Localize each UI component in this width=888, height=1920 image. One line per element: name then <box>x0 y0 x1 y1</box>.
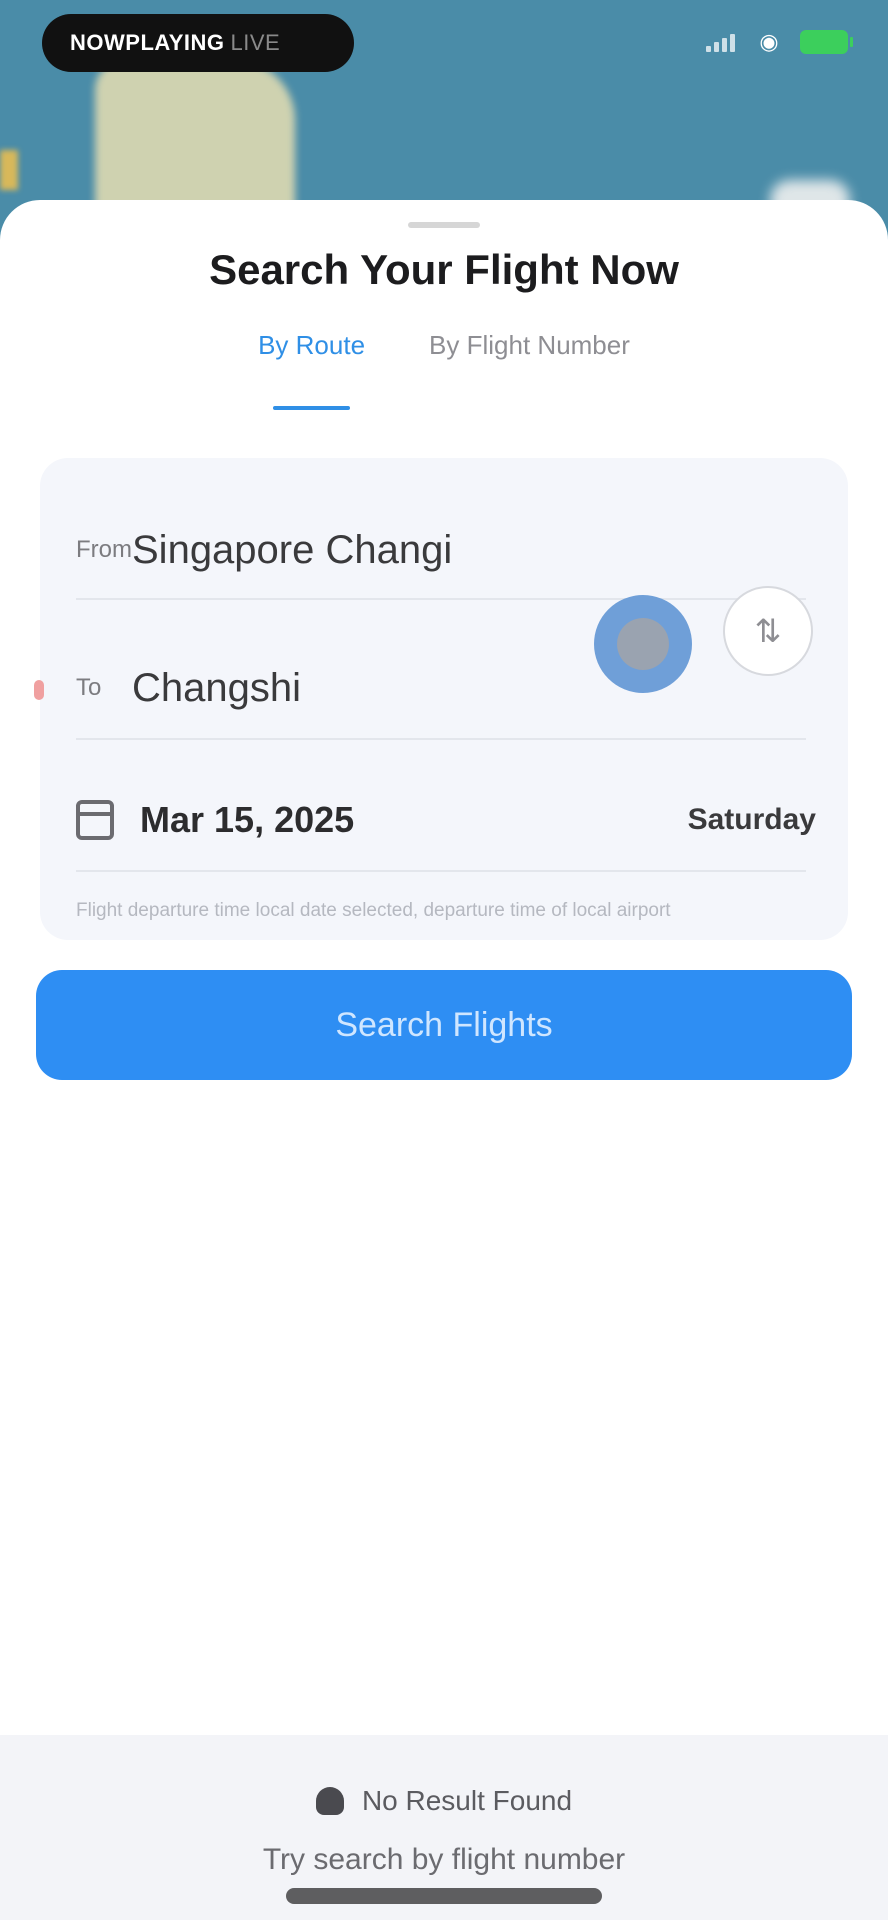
route-form-card: From Singapore Changi To Changshi ⇅ Mar … <box>34 458 848 940</box>
now-playing-pill[interactable]: NOWPLAYING LIVE <box>42 14 354 72</box>
now-playing-text: NOWPLAYING <box>70 30 225 55</box>
search-mode-tabs: By Route By Flight Number <box>0 330 888 410</box>
tab-by-flight-number-label: By Flight Number <box>429 330 630 360</box>
to-value: Changshi <box>132 665 302 710</box>
touch-indicator <box>594 595 692 693</box>
plane-icon <box>315 1787 344 1815</box>
active-tab-indicator <box>273 406 351 410</box>
search-flights-button[interactable]: Search Flights <box>36 970 852 1080</box>
tab-by-flight-number[interactable]: By Flight Number <box>429 330 630 410</box>
now-playing-subtext: LIVE <box>230 30 281 55</box>
battery-icon <box>800 30 853 54</box>
divider <box>76 870 806 872</box>
map-landmass-edge <box>0 150 18 190</box>
page-title: Search Your Flight Now <box>209 246 679 293</box>
home-indicator[interactable] <box>286 1888 602 1904</box>
divider <box>76 738 806 740</box>
wifi-icon: ◉ <box>759 29 779 54</box>
no-result-message: No Result Found <box>0 1785 888 1817</box>
no-result-title: No Result Found <box>361 1785 573 1816</box>
day-value: Saturday <box>687 803 816 836</box>
divider <box>76 598 806 600</box>
signal-icon <box>706 32 738 52</box>
tab-by-route[interactable]: By Route <box>258 330 365 410</box>
date-hint: Flight departure time local date selecte… <box>76 900 671 921</box>
from-value: Singapore Changi <box>132 527 453 572</box>
to-label: To <box>76 674 102 701</box>
no-result-hint[interactable]: Try search by flight number <box>0 1843 888 1877</box>
swap-route-button[interactable]: ⇅ <box>723 586 813 676</box>
from-label: From <box>76 536 132 563</box>
tab-by-route-label: By Route <box>258 330 366 360</box>
date-field[interactable]: Mar 15, 2025 Saturday <box>76 790 816 850</box>
status-icons: ◉ <box>706 29 853 54</box>
destination-marker <box>34 680 44 700</box>
from-field[interactable]: From Singapore Changi <box>76 520 776 580</box>
date-value: Mar 15, 2025 <box>140 799 355 840</box>
swap-icon: ⇅ <box>754 613 782 649</box>
sheet-grabber[interactable] <box>408 222 480 228</box>
calendar-icon <box>76 800 114 840</box>
search-sheet: Search Your Flight Now By Route By Fligh… <box>0 200 888 1920</box>
